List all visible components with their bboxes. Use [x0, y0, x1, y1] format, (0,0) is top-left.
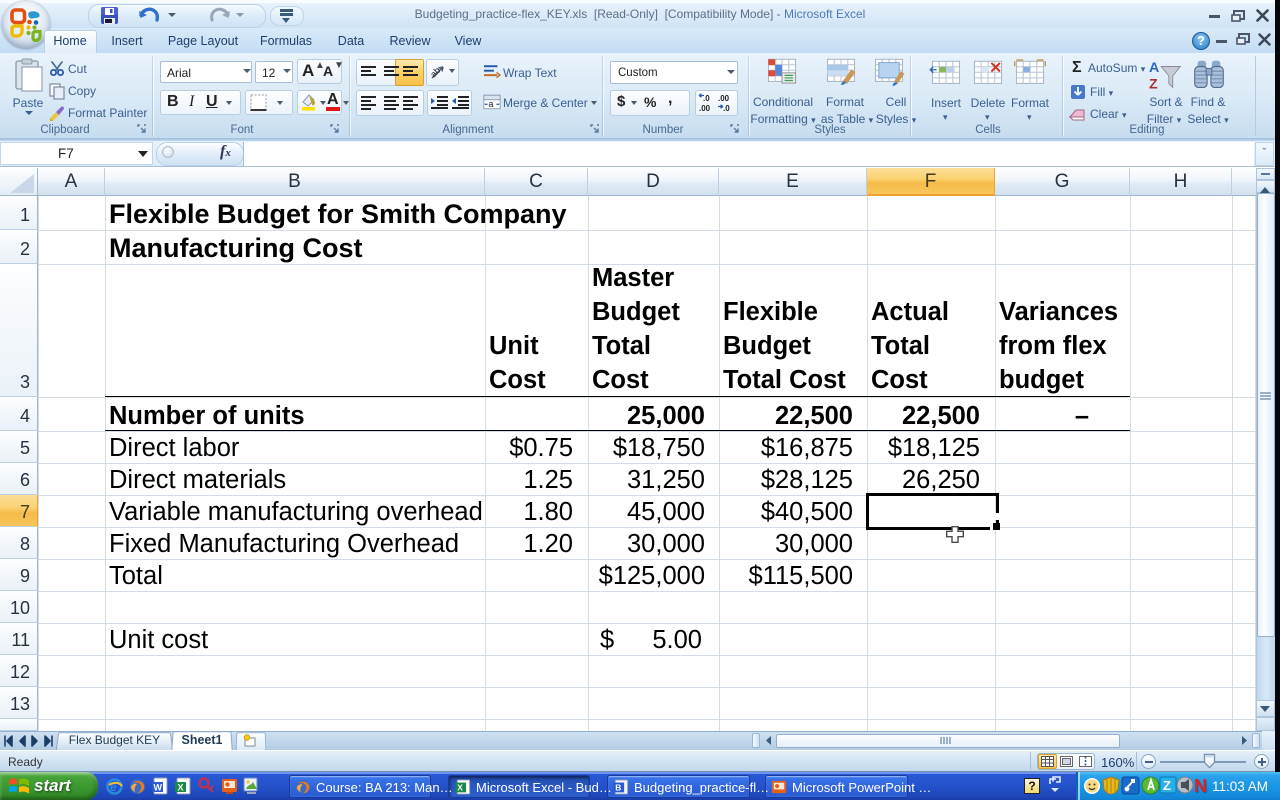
svg-text:X: X	[178, 783, 184, 793]
svg-text:a: a	[488, 99, 493, 109]
svg-text:e: e	[110, 780, 117, 794]
svg-text:.0: .0	[703, 94, 710, 103]
svg-text:W: W	[154, 783, 163, 793]
svg-text:B: B	[615, 783, 621, 793]
svg-text:X: X	[457, 783, 463, 793]
svg-text:.00: .00	[699, 104, 711, 113]
svg-text:Z: Z	[1163, 778, 1171, 793]
svg-text:A: A	[1149, 60, 1159, 76]
svg-text:Z: Z	[1149, 76, 1158, 92]
